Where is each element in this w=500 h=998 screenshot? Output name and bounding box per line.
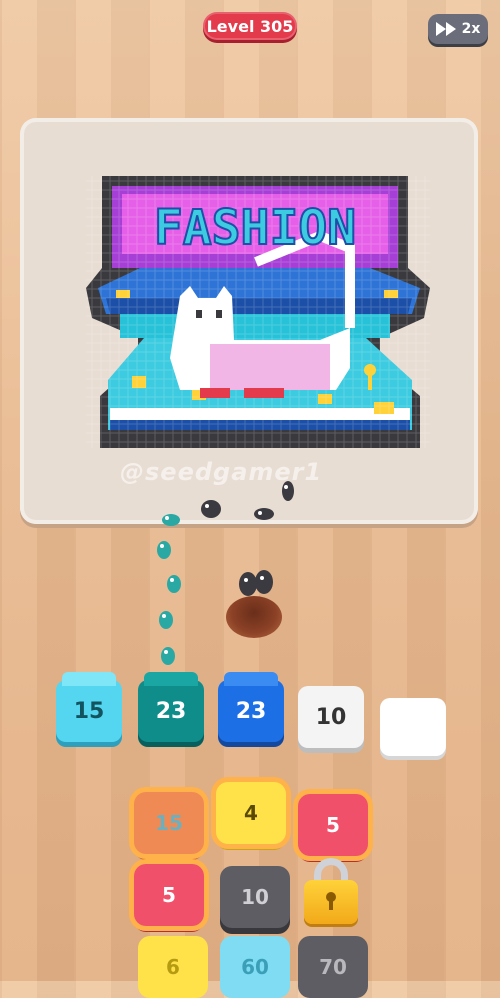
slot-5-empty[interactable] bbox=[380, 698, 446, 756]
slot-2[interactable]: 23 bbox=[138, 672, 204, 742]
tile-value: 60 bbox=[241, 955, 269, 979]
tile-value: 5 bbox=[326, 813, 340, 837]
slot-value: 15 bbox=[73, 698, 105, 724]
slot-value: 10 bbox=[315, 704, 347, 730]
speed-button[interactable]: 2x bbox=[428, 14, 488, 44]
ant-icon bbox=[201, 500, 221, 518]
tile-value: 6 bbox=[166, 955, 180, 979]
tile-6[interactable]: 6 bbox=[138, 936, 208, 998]
slot-1[interactable]: 15 bbox=[56, 672, 122, 742]
padlock-icon[interactable] bbox=[304, 880, 358, 924]
ant-icon bbox=[159, 611, 173, 629]
ant-icon bbox=[157, 541, 171, 559]
ant-icon bbox=[162, 514, 180, 526]
slot-value: 23 bbox=[155, 698, 187, 724]
tile-10[interactable]: 10 bbox=[220, 866, 290, 928]
slot-value: 23 bbox=[235, 698, 267, 724]
tile-60[interactable]: 60 bbox=[220, 936, 290, 998]
speed-label: 2x bbox=[461, 21, 481, 37]
ant-icon bbox=[254, 508, 274, 520]
tile-value: 10 bbox=[241, 885, 269, 909]
tile-value: 15 bbox=[155, 811, 183, 835]
fast-forward-icon bbox=[435, 22, 456, 36]
ant-icon bbox=[161, 647, 175, 665]
slot-3[interactable]: 23 bbox=[218, 672, 284, 742]
banner-text: FASHION bbox=[154, 200, 356, 256]
tile-15[interactable]: 15 bbox=[134, 792, 204, 854]
ant-icon bbox=[239, 570, 273, 596]
tile-value: 5 bbox=[162, 883, 176, 907]
level-label: Level 305 bbox=[206, 16, 294, 36]
ant-hole bbox=[226, 596, 282, 638]
tile-5-top[interactable]: 5 bbox=[298, 794, 368, 856]
tile-value: 4 bbox=[244, 801, 258, 825]
tile-value: 70 bbox=[319, 955, 347, 979]
slot-4[interactable]: 10 bbox=[298, 686, 364, 748]
ant-icon bbox=[167, 575, 181, 593]
tile-70[interactable]: 70 bbox=[298, 936, 368, 998]
ant-icon bbox=[282, 481, 294, 501]
level-badge: Level 305 bbox=[203, 12, 297, 40]
tile-4[interactable]: 4 bbox=[216, 782, 286, 844]
tile-5-left[interactable]: 5 bbox=[134, 864, 204, 926]
